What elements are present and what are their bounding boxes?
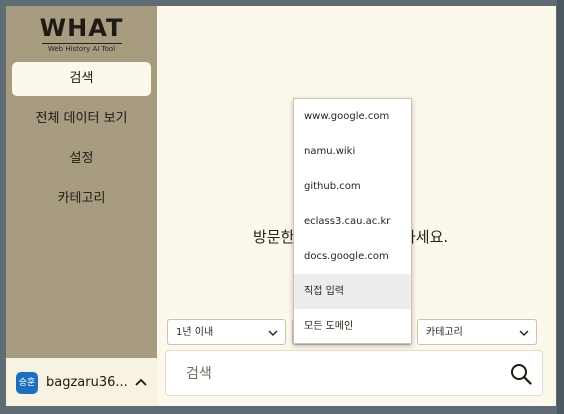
avatar: 승훈 [16,372,38,394]
sidebar-item-category[interactable]: 카테고리 [12,182,151,216]
period-select[interactable]: 1년 이내 [167,319,286,345]
domain-option[interactable]: docs.google.com [294,239,411,274]
background-window-edge [557,0,564,414]
period-select-value: 1년 이내 [176,327,214,338]
sidebar-nav: 검색 전체 데이터 보기 설정 카테고리 [6,62,157,222]
domain-option[interactable]: github.com [294,169,411,204]
domain-option[interactable]: eclass3.cau.ac.kr [294,204,411,239]
search-bar [165,350,543,396]
sidebar: WHAT Web History AI Tool 검색 전체 데이터 보기 설정… [6,6,157,406]
category-select-value: 카테고리 [426,327,463,338]
chevron-up-icon[interactable] [134,375,148,389]
logo-divider [41,43,122,44]
user-name: bagzaru36... [46,375,128,390]
domain-option-custom-input[interactable]: 직접 입력 [294,274,411,309]
search-icon[interactable] [510,363,532,385]
chevron-down-icon [268,330,278,336]
app-window: WHAT Web History AI Tool 검색 전체 데이터 보기 설정… [6,6,556,406]
logo-subtitle: Web History AI Tool [47,45,116,53]
logo: WHAT Web History AI Tool [6,14,157,54]
sidebar-item-all-data[interactable]: 전체 데이터 보기 [12,102,151,136]
logo-title: WHAT [39,14,124,42]
domain-dropdown-menu: www.google.com namu.wiki github.com ecla… [293,98,412,344]
domain-option-all[interactable]: 모든 도메인 [294,309,411,344]
domain-option[interactable]: namu.wiki [294,134,411,169]
category-select[interactable]: 카테고리 [417,319,537,345]
search-input[interactable] [184,363,488,385]
chevron-down-icon [519,330,529,336]
domain-option[interactable]: www.google.com [294,99,411,134]
sidebar-item-search[interactable]: 검색 [12,62,151,96]
user-menu[interactable]: 승훈 bagzaru36... [6,358,157,406]
empty-state-text-left: 방문한 [253,228,295,246]
sidebar-item-settings[interactable]: 설정 [12,142,151,176]
